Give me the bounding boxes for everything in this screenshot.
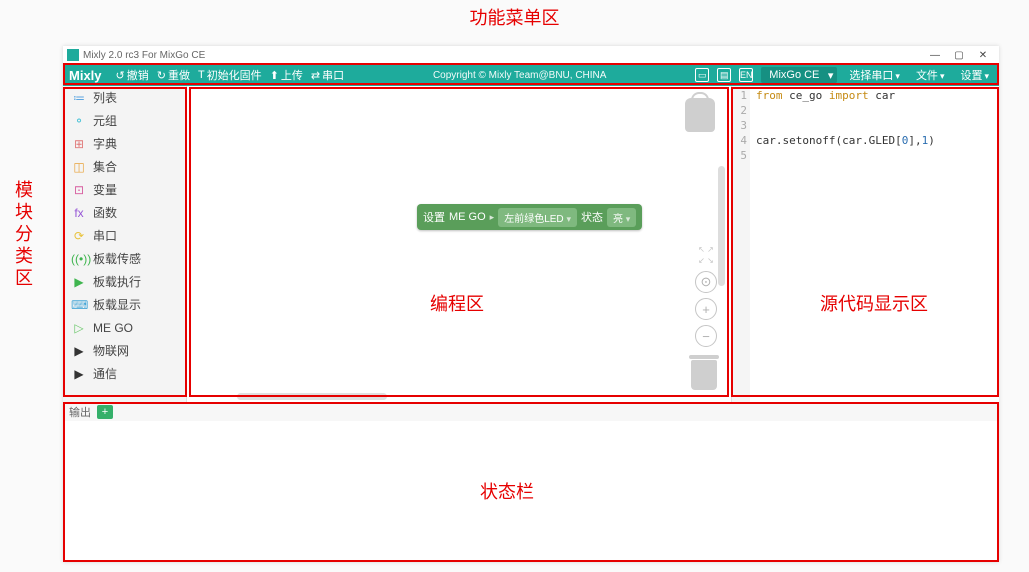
category-label: 元组 xyxy=(93,112,117,129)
port-select[interactable]: 选择串口 xyxy=(845,65,904,85)
upload-button[interactable]: ⬆ 上传 xyxy=(270,67,303,83)
block-device: ME GO xyxy=(449,211,486,223)
category-icon: ⚬ xyxy=(71,114,87,128)
vertical-scrollbar[interactable] xyxy=(718,166,725,286)
code-pane: 12345 from ce_go import car car.setonoff… xyxy=(731,86,999,402)
status-bar: 输出 + xyxy=(63,402,999,562)
category-icon: ((•)) xyxy=(71,252,87,266)
category-item-2[interactable]: ⊞ 字典 xyxy=(63,132,186,155)
category-item-4[interactable]: ⊡ 变量 xyxy=(63,178,186,201)
category-icon: ◫ xyxy=(71,160,87,174)
toolbar: Mixly ↺ 撤销 ↻ 重做 T 初始化固件 ⬆ 上传 ⇄ 串口 Copyri… xyxy=(63,64,999,86)
settings-menu[interactable]: 设置 xyxy=(956,65,993,85)
annotation-category-area: 模块分类区 xyxy=(10,180,36,290)
view-button-2[interactable]: ▤ xyxy=(717,68,731,82)
file-menu[interactable]: 文件 xyxy=(912,65,949,85)
category-icon: ▷ xyxy=(71,321,87,335)
output-tab[interactable]: 输出 xyxy=(69,404,91,420)
center-button[interactable]: ⊙ xyxy=(695,271,717,293)
category-label: 列表 xyxy=(93,89,117,106)
block-prefix: 设置 xyxy=(423,209,445,225)
category-icon: ▶ xyxy=(71,275,87,289)
window-title: Mixly 2.0 rc3 For MixGo CE xyxy=(83,50,205,61)
category-item-1[interactable]: ⚬ 元组 xyxy=(63,109,186,132)
app-window: Mixly 2.0 rc3 For MixGo CE — ▢ ✕ Mixly ↺… xyxy=(63,46,999,562)
zoom-out-button[interactable]: − xyxy=(695,325,717,347)
category-item-10[interactable]: ▷ ME GO xyxy=(63,316,186,339)
block-state-label: 状态 xyxy=(581,209,603,225)
maximize-button[interactable]: ▢ xyxy=(947,50,971,61)
brand-label: Mixly xyxy=(69,68,102,83)
block-state-value[interactable]: 亮 ▾ xyxy=(607,208,636,227)
category-label: 物联网 xyxy=(93,342,129,359)
code-block[interactable]: 设置 ME GO ▸ 左前绿色LED ▾ 状态 亮 ▾ xyxy=(417,204,642,230)
category-item-11[interactable]: ▶ 物联网 xyxy=(63,339,186,362)
board-select[interactable]: MixGo CE xyxy=(761,67,837,83)
category-sidebar: ≔ 列表 ⚬ 元组 ⊞ 字典 ◫ 集合 ⊡ 变量 fx 函数 ⟳ 串口 ((•)) 板载传感 ▶ 板载执行 ⌨ 板载显… xyxy=(63,86,187,402)
line-gutter: 12345 xyxy=(732,86,750,402)
backpack-icon[interactable] xyxy=(685,98,715,132)
category-label: 板载执行 xyxy=(93,273,141,290)
category-label: 集合 xyxy=(93,158,117,175)
category-item-7[interactable]: ((•)) 板载传感 xyxy=(63,247,186,270)
zoom-in-button[interactable]: + xyxy=(695,298,717,320)
annotation-menu-area: 功能菜单区 xyxy=(470,4,560,30)
programming-canvas[interactable]: ↖ ↗↙ ↘ ⊙ + − 设置 ME GO ▸ 左前绿色LED ▾ 状态 亮 ▾ xyxy=(187,86,731,402)
category-item-3[interactable]: ◫ 集合 xyxy=(63,155,186,178)
category-icon: ⟳ xyxy=(71,229,87,243)
category-icon: ≔ xyxy=(71,91,87,105)
titlebar: Mixly 2.0 rc3 For MixGo CE — ▢ ✕ xyxy=(63,46,999,64)
category-label: 通信 xyxy=(93,365,117,382)
category-item-8[interactable]: ▶ 板载执行 xyxy=(63,270,186,293)
init-firmware-button[interactable]: T 初始化固件 xyxy=(198,67,262,83)
category-label: ME GO xyxy=(93,321,133,335)
category-item-0[interactable]: ≔ 列表 xyxy=(63,86,186,109)
category-label: 串口 xyxy=(93,227,117,244)
main-area: ≔ 列表 ⚬ 元组 ⊞ 字典 ◫ 集合 ⊡ 变量 fx 函数 ⟳ 串口 ((•)) 板载传感 ▶ 板载执行 ⌨ 板载显… xyxy=(63,86,999,402)
block-led-option[interactable]: 左前绿色LED ▾ xyxy=(498,208,577,227)
horizontal-scrollbar[interactable] xyxy=(237,393,387,400)
category-label: 板载显示 xyxy=(93,296,141,313)
category-item-12[interactable]: ▶ 通信 xyxy=(63,362,186,385)
close-button[interactable]: ✕ xyxy=(971,50,995,61)
category-icon: ▶ xyxy=(71,367,87,381)
serial-button[interactable]: ⇄ 串口 xyxy=(311,67,344,83)
trash-icon[interactable] xyxy=(691,360,717,390)
redo-button[interactable]: ↻ 重做 xyxy=(157,67,190,83)
code-text[interactable]: from ce_go import car car.setonoff(car.G… xyxy=(750,86,999,402)
chevron-icon: ▸ xyxy=(490,212,495,223)
category-icon: ⌨ xyxy=(71,298,87,312)
category-item-5[interactable]: fx 函数 xyxy=(63,201,186,224)
category-label: 函数 xyxy=(93,204,117,221)
category-icon: ⊡ xyxy=(71,183,87,197)
status-header: 输出 + xyxy=(63,403,999,421)
view-button-3[interactable]: EN xyxy=(739,68,753,82)
category-icon: ▶ xyxy=(71,344,87,358)
category-item-6[interactable]: ⟳ 串口 xyxy=(63,224,186,247)
category-icon: ⊞ xyxy=(71,137,87,151)
add-tab-button[interactable]: + xyxy=(97,405,113,419)
view-button-1[interactable]: ▭ xyxy=(695,68,709,82)
category-label: 变量 xyxy=(93,181,117,198)
category-item-9[interactable]: ⌨ 板载显示 xyxy=(63,293,186,316)
minimize-button[interactable]: — xyxy=(923,50,947,61)
undo-button[interactable]: ↺ 撤销 xyxy=(116,67,149,83)
category-icon: fx xyxy=(71,206,87,220)
fullscreen-button[interactable]: ↖ ↗↙ ↘ xyxy=(695,244,717,266)
category-label: 板载传感 xyxy=(93,250,141,267)
copyright-label: Copyright © Mixly Team@BNU, CHINA xyxy=(352,70,687,81)
app-icon xyxy=(67,49,79,61)
category-label: 字典 xyxy=(93,135,117,152)
